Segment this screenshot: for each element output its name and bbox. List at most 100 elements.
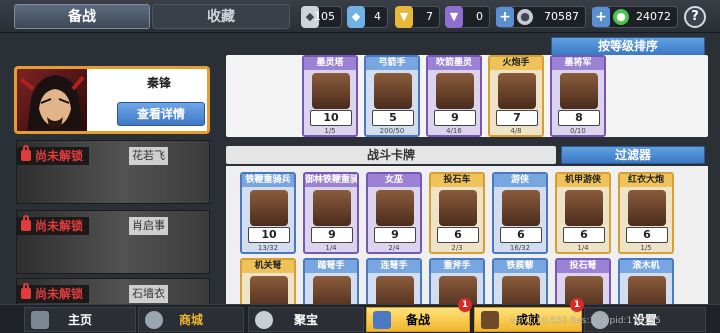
nav-treasure[interactable]: 聚宝 [248, 307, 364, 332]
unit-card-title: 机关弩 [242, 260, 294, 273]
unit-card-count: 2/4 [388, 244, 400, 252]
nav-label: 聚宝 [293, 313, 318, 327]
resource-silver-gem: ◆ 105 [301, 6, 342, 28]
unit-card[interactable]: 滚木机 [618, 258, 674, 306]
unit-card-title: 重斧手 [431, 260, 483, 273]
unit-card-title: 弓箭手 [366, 57, 418, 70]
locked-status: 尚未解锁 [17, 283, 90, 303]
unit-level: 6 [563, 227, 605, 243]
home-icon [31, 311, 49, 329]
unit-card[interactable]: 墨灵塔 10 1/5 [302, 55, 358, 137]
locked-hero-name: 石墙衣 [129, 285, 168, 303]
unit-card-title: 踏弩手 [305, 260, 357, 273]
unit-card-count: 4/16 [446, 127, 462, 135]
locked-hero-name: 花若飞 [129, 147, 168, 165]
unit-portrait [565, 190, 603, 226]
unit-card[interactable]: 女巫 9 2/4 [366, 172, 422, 254]
lock-icon [21, 283, 31, 299]
hero-portrait [17, 69, 87, 131]
hero-portrait-art [19, 75, 85, 131]
nav-home[interactable]: 主页 [24, 307, 136, 332]
unit-card-title: 御林铁鞭重骑兵 [305, 174, 357, 187]
unit-card-title: 投石弩 [557, 260, 609, 273]
sort-by-level-button[interactable]: 按等级排序 [551, 37, 705, 56]
achievement-icon [481, 311, 499, 329]
purple-badge-icon: ▼ [445, 6, 463, 28]
resource-value: 4 [374, 10, 381, 23]
unit-card[interactable]: 铁鞭重骑兵 10 13/32 [240, 172, 296, 254]
unit-card[interactable]: 机甲游侠 6 1/4 [555, 172, 611, 254]
unit-level: 10 [310, 110, 352, 126]
unit-card-title: 女巫 [368, 174, 420, 187]
unit-card-title: 滚木机 [620, 260, 672, 273]
locked-hero-card[interactable]: 尚未解锁 石墙衣 [16, 278, 210, 306]
gold-badge-icon: ▼ [395, 6, 413, 28]
tab-collection[interactable]: 收藏 [152, 4, 290, 29]
unit-card-count: 200/50 [379, 127, 405, 135]
locked-status-text: 尚未解锁 [35, 287, 84, 301]
locked-hero-card[interactable]: 尚未解锁 花若飞 [16, 140, 210, 204]
notification-badge: 1 [458, 298, 472, 312]
lock-icon [21, 215, 31, 231]
battle-card-grid: 铁鞭重骑兵1013/32御林铁鞭重骑兵91/4女巫92/4投石车62/3游侠61… [226, 166, 708, 306]
unit-level: 7 [496, 110, 538, 126]
nav-prepare[interactable]: 备战 [366, 307, 470, 332]
locked-status-text: 尚未解锁 [35, 149, 84, 163]
unit-card[interactable]: 铁蒺藜 [492, 258, 548, 306]
unit-card-count: 16/32 [509, 244, 531, 252]
unit-card-count: 1/5 [640, 244, 652, 252]
resource-value: 24072 [636, 10, 671, 23]
help-button[interactable]: ? [684, 6, 706, 28]
add-silver-coin-button[interactable]: + [496, 7, 514, 27]
unit-portrait [376, 190, 414, 226]
locked-hero-name: 肖启事 [129, 217, 168, 235]
filter-button[interactable]: 过滤器 [561, 146, 705, 164]
locked-status-text: 尚未解锁 [35, 219, 84, 233]
deck-tray: 墨灵塔 10 1/5 弓箭手 5 200/50 吹箭墨灵 9 4/16 火炮手 7 4/8 墨将军 8 0/… [226, 55, 708, 137]
resource-gold-badge: ▼ 7 [395, 6, 440, 28]
view-details-button[interactable]: 查看详情 [117, 102, 205, 126]
locked-status: 尚未解锁 [17, 145, 90, 165]
unit-card-title: 铁鞭重骑兵 [242, 174, 294, 187]
unit-card-title: 铁蒺藜 [494, 260, 546, 273]
unit-card-count: 13/32 [257, 244, 279, 252]
battle-cards-header: 战斗卡牌 [226, 146, 556, 164]
unit-card[interactable]: 踏弩手 [303, 258, 359, 306]
unit-card[interactable]: 重斧手 [429, 258, 485, 306]
unit-card[interactable]: 连弩手 [366, 258, 422, 306]
add-green-coin-button[interactable]: + [592, 7, 610, 27]
unit-card-count: 2/3 [451, 244, 463, 252]
unit-card[interactable]: 火炮手 7 4/8 [488, 55, 544, 137]
unit-portrait [250, 276, 288, 306]
unit-card[interactable]: 红衣大炮 6 1/5 [618, 172, 674, 254]
tab-prepare[interactable]: 备战 [14, 4, 150, 29]
unit-card[interactable]: 御林铁鞭重骑兵 91/4 [303, 172, 359, 254]
unit-card-title: 连弩手 [368, 260, 420, 273]
debug-version-text: ver 1.10.552 Res:188 pid:178155 [510, 316, 661, 326]
cards-icon [373, 311, 391, 329]
unit-card-title: 吹箭墨灵 [428, 57, 480, 70]
selected-hero-card[interactable]: 秦锋 查看详情 [14, 66, 210, 134]
lock-icon [21, 145, 31, 161]
green-coin-icon: ● [613, 9, 629, 25]
nav-shop[interactable]: 商城 [138, 307, 244, 332]
resource-green-coin: + ● 24072 [592, 6, 678, 28]
unit-card-title: 机甲游侠 [557, 174, 609, 187]
unit-card[interactable]: 投石车 6 2/3 [429, 172, 485, 254]
blue-crystal-icon: ◆ [347, 6, 365, 28]
unit-card[interactable]: 机关弩 [240, 258, 296, 306]
unit-card[interactable]: 游侠 6 16/32 [492, 172, 548, 254]
unit-card[interactable]: 墨将军 8 0/10 [550, 55, 606, 137]
unit-level: 8 [558, 110, 600, 126]
unit-level: 9 [434, 110, 476, 126]
unit-level: 9 [311, 227, 353, 243]
resource-value: 0 [476, 10, 483, 23]
unit-card[interactable]: 投石弩 [555, 258, 611, 306]
unit-card[interactable]: 吹箭墨灵 9 4/16 [426, 55, 482, 137]
unit-card[interactable]: 弓箭手 5 200/50 [364, 55, 420, 137]
unit-portrait [628, 276, 666, 306]
locked-hero-card[interactable]: 尚未解锁 肖启事 [16, 210, 210, 274]
nav-label: 备战 [405, 313, 430, 327]
unit-portrait [376, 276, 414, 306]
unit-portrait [436, 73, 474, 109]
